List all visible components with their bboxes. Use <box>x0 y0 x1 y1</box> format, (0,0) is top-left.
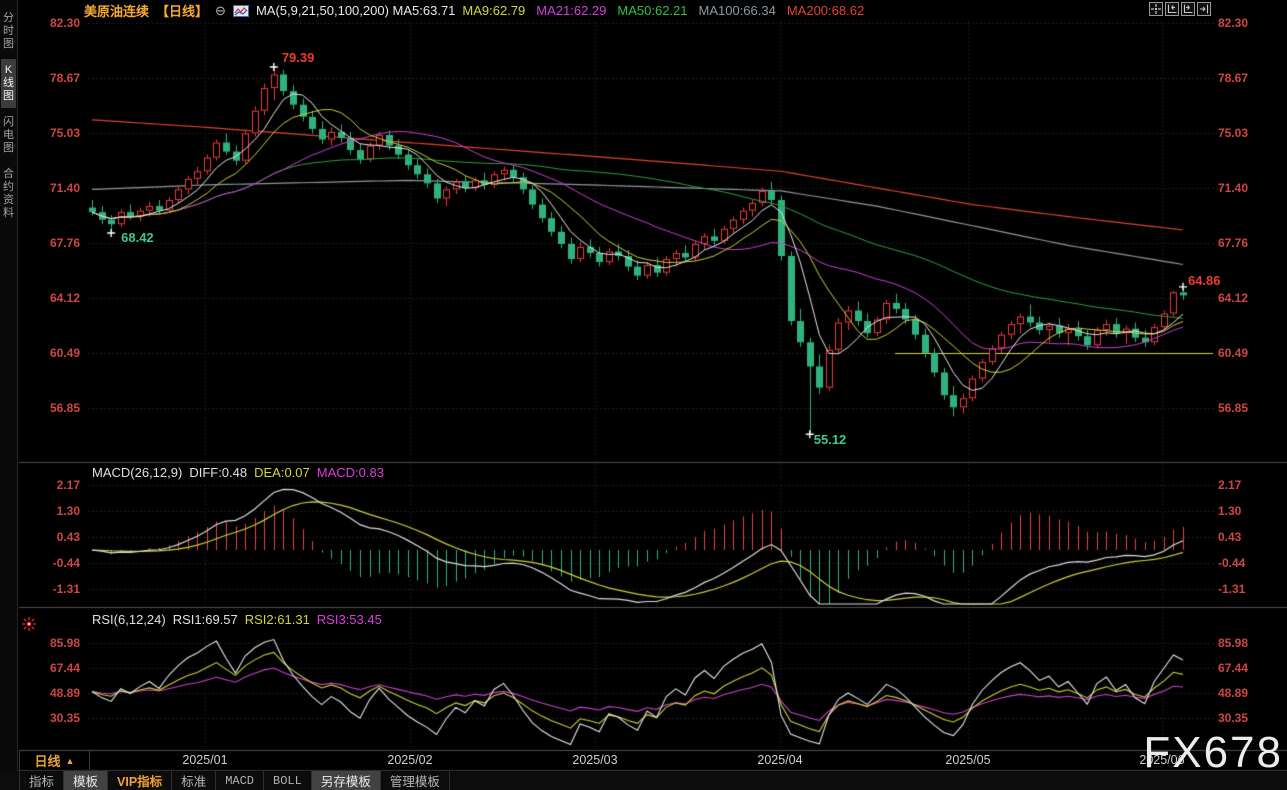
rsi2-value: RSI2:61.31 <box>245 612 310 627</box>
macd-macd-value: MACD:0.83 <box>317 465 384 480</box>
toolbar-item-3[interactable]: VIP指标 <box>108 771 172 790</box>
rsi-title: RSI(6,12,24) <box>92 612 166 627</box>
watermark: FX678 <box>1143 731 1283 775</box>
toolbar-item-5[interactable]: MACD <box>216 771 264 790</box>
app-root: 分 时 图 K 线 图闪 电 图合 约 资 料 美原油连续 【日线】 ⊖ MA(5… <box>0 0 1287 790</box>
sidebar-tab-3[interactable]: 闪 电 图 <box>1 111 16 160</box>
toolbar-item-8[interactable]: 管理模板 <box>381 771 450 790</box>
macd-dea-value: DEA:0.07 <box>254 465 310 480</box>
rsi-header: RSI(6,12,24) RSI1:69.57 RSI2:61.31 RSI3:… <box>92 612 382 627</box>
price-annotation-low-dec: 68.42 <box>121 230 154 245</box>
ma-value: MA21:62.29 <box>536 3 606 18</box>
ma-value: MA9:62.79 <box>462 3 525 18</box>
ma-settings-label: MA(5,9,21,50,100,200) MA5:63.71 <box>256 3 455 18</box>
price-annotation-crash-low: 55.12 <box>814 432 847 447</box>
collapse-icon[interactable]: ⊖ <box>215 3 226 19</box>
chart-header: 美原油连续 【日线】 ⊖ MA(5,9,21,50,100,200) MA5:6… <box>84 0 864 21</box>
price-annotation-high: 79.39 <box>282 50 315 65</box>
toolbar-item-4[interactable]: 标准 <box>172 771 216 790</box>
macd-title: MACD(26,12,9) <box>92 465 182 480</box>
toolbar-item-7[interactable]: 另存模板 <box>312 771 381 790</box>
zoom-out-button[interactable] <box>1165 2 1179 16</box>
chart-canvas[interactable] <box>0 0 1287 790</box>
chart-tool-buttons <box>1149 2 1211 16</box>
period-label: 日线 <box>35 751 61 770</box>
ma-values: MA9:62.79 MA21:62.29 MA50:62.21 MA100:66.34… <box>462 3 864 18</box>
period-arrow-icon: ▲ <box>66 756 75 766</box>
goto-latest-button[interactable] <box>1197 2 1211 16</box>
ma-value: MA50:62.21 <box>617 3 687 18</box>
alert-icon[interactable] <box>21 616 37 637</box>
period-tag: 【日线】 <box>156 1 208 20</box>
symbol-title: 美原油连续 <box>84 1 149 20</box>
sidebar-tab-1[interactable]: 分 时 图 <box>1 7 16 56</box>
sidebar-tab-4[interactable]: 合 约 资 料 <box>1 163 16 225</box>
period-selector[interactable]: 日线 ▲ <box>19 751 90 770</box>
toolbar-item-6[interactable]: BOLL <box>264 771 312 790</box>
macd-header: MACD(26,12,9) DIFF:0.48 DEA:0.07 MACD:0.… <box>92 465 384 480</box>
ma-value: MA100:66.34 <box>699 3 776 18</box>
indicator-toolbar: 指标模板VIP指标标准MACDBOLL另存模板管理模板 <box>0 771 1287 790</box>
rsi1-value: RSI1:69.57 <box>173 612 238 627</box>
sidebar-tab-2[interactable]: K 线 图 <box>1 59 16 108</box>
left-sidebar: 分 时 图 K 线 图闪 电 图合 约 资 料 <box>0 0 18 790</box>
toolbar-item-1[interactable]: 指标 <box>19 771 64 790</box>
crosshair-button[interactable] <box>1149 2 1163 16</box>
toolbar-item-2[interactable]: 模板 <box>64 771 108 790</box>
zoom-in-button[interactable] <box>1181 2 1195 16</box>
macd-diff-value: DIFF:0.48 <box>189 465 247 480</box>
mini-chart-icon <box>233 5 249 17</box>
ma-value: MA200:68.62 <box>787 3 864 18</box>
rsi3-value: RSI3:53.45 <box>317 612 382 627</box>
price-annotation-last-high: 64.86 <box>1188 273 1221 288</box>
